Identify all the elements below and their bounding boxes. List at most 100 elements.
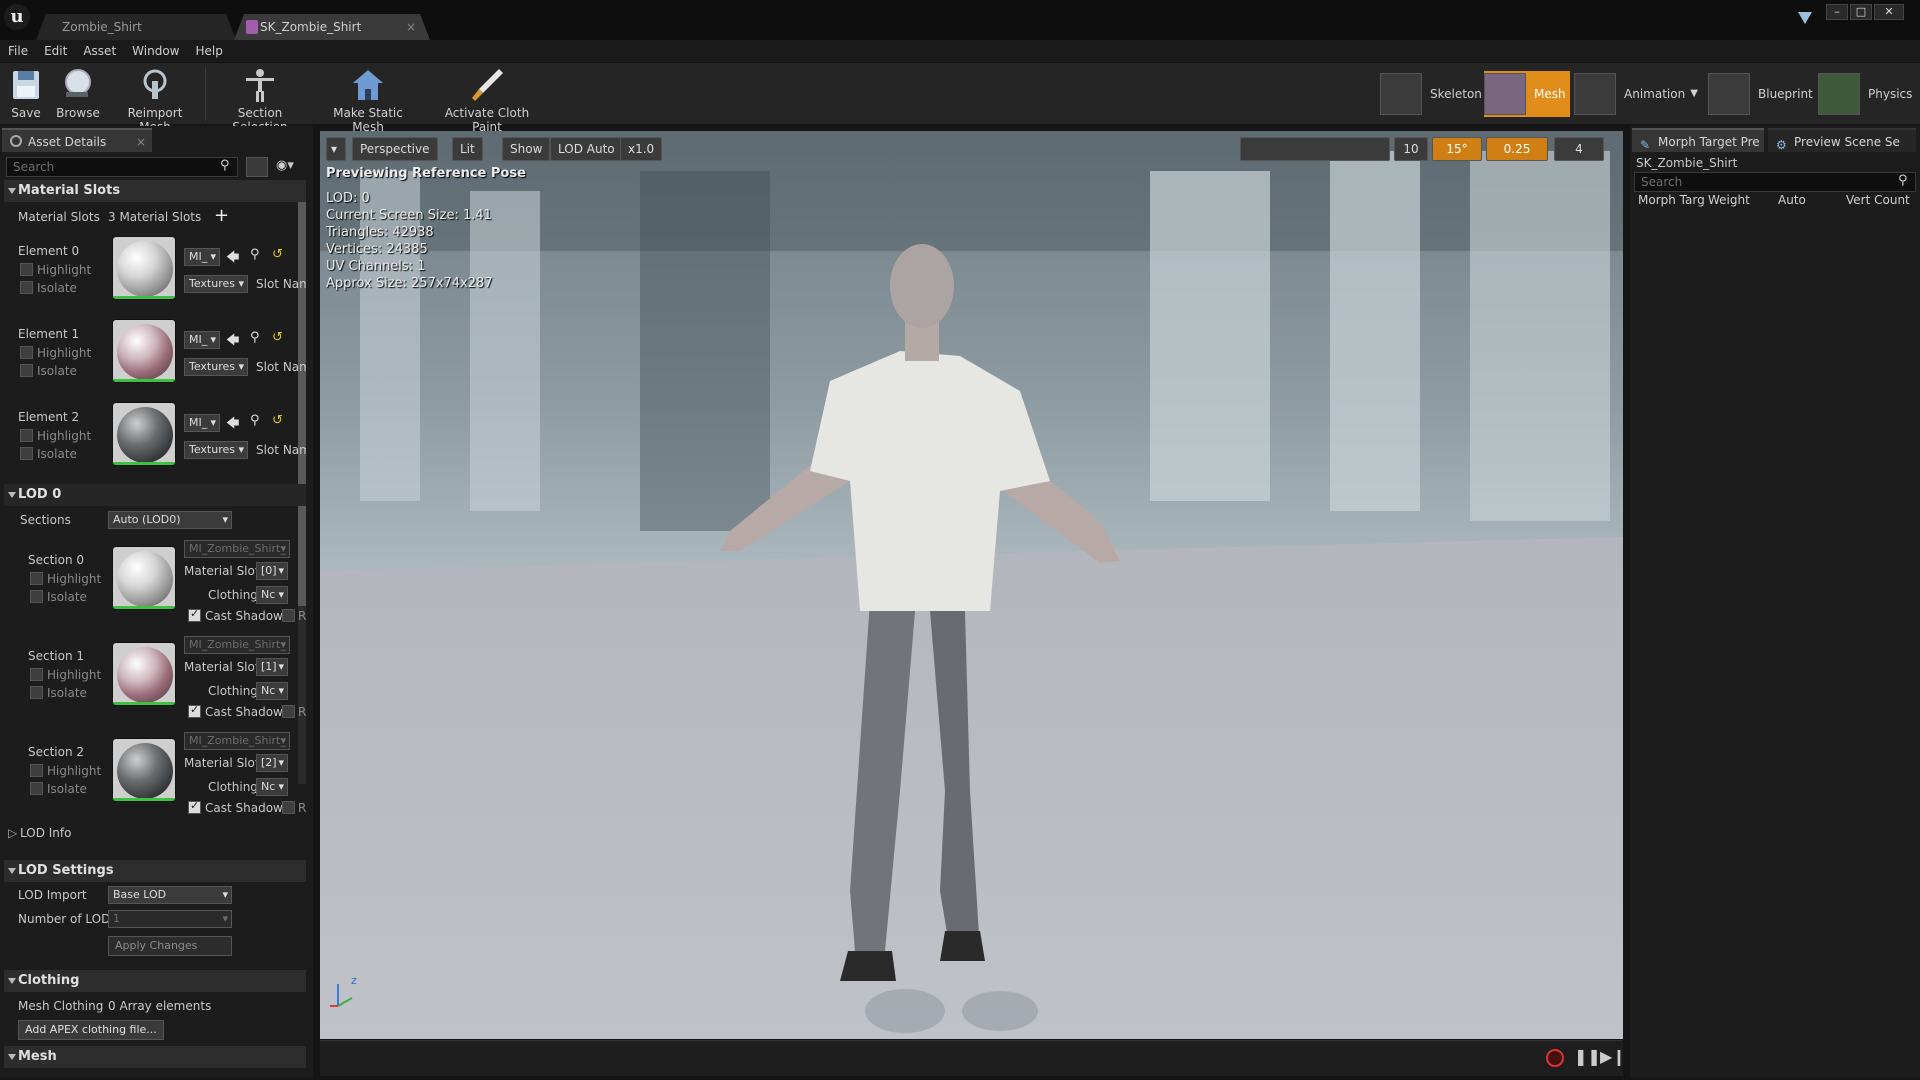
- make-static-mesh-button[interactable]: Make Static Mesh: [318, 65, 418, 134]
- category-material-slots[interactable]: Material Slots: [4, 180, 306, 202]
- isolate-checkbox[interactable]: [30, 590, 43, 603]
- recompute-tangent-checkbox[interactable]: [282, 801, 295, 814]
- clothing-dropdown[interactable]: Nc: [256, 682, 288, 700]
- menu-file[interactable]: File: [0, 40, 36, 62]
- column-vert-count[interactable]: Vert Count: [1846, 193, 1910, 207]
- textures-dropdown[interactable]: Textures: [184, 275, 248, 293]
- reset-default-icon[interactable]: ↺: [272, 413, 283, 428]
- zombie-character-mesh[interactable]: [700, 191, 1220, 1039]
- highlight-checkbox[interactable]: [30, 572, 43, 585]
- recompute-tangent-checkbox[interactable]: [282, 705, 295, 718]
- playback-timeline[interactable]: ❚❚ ▶❙: [320, 1040, 1626, 1076]
- mode-skeleton[interactable]: Skeleton: [1380, 71, 1482, 117]
- maximize-button[interactable]: □: [1850, 4, 1872, 20]
- textures-dropdown[interactable]: Textures: [184, 441, 248, 459]
- section-selection-button[interactable]: Section Selection: [212, 65, 308, 134]
- sections-lod-dropdown[interactable]: Auto (LOD0): [108, 511, 232, 529]
- column-morph-target[interactable]: Morph Targ: [1638, 193, 1705, 207]
- record-button[interactable]: [1546, 1049, 1564, 1067]
- highlight-checkbox[interactable]: [20, 429, 33, 442]
- details-search-input[interactable]: Search: [6, 157, 238, 177]
- property-matrix-button[interactable]: [246, 157, 268, 177]
- tab-close-icon[interactable]: ×: [406, 14, 416, 40]
- category-mesh[interactable]: Mesh: [4, 1046, 306, 1068]
- material-picker[interactable]: MI_: [184, 414, 220, 432]
- menu-help[interactable]: Help: [187, 40, 230, 62]
- view-options-eye-icon[interactable]: ◉▾: [276, 158, 294, 173]
- material-slot-dropdown[interactable]: [2]: [256, 754, 288, 772]
- show-button[interactable]: Show: [502, 137, 551, 161]
- tab-preview-scene-settings[interactable]: ⚙ Preview Scene Se: [1768, 128, 1916, 152]
- reset-default-icon[interactable]: ↺: [272, 247, 283, 262]
- animation-dropdown-icon[interactable]: ▼: [1690, 71, 1698, 117]
- material-picker[interactable]: MI_: [184, 331, 220, 349]
- use-selected-arrow-icon[interactable]: 🡄: [226, 414, 239, 436]
- clothing-dropdown[interactable]: Nc: [256, 778, 288, 796]
- reset-default-icon[interactable]: ↺: [272, 330, 283, 345]
- cast-shadows-checkbox[interactable]: [188, 703, 201, 718]
- unreal-logo-icon[interactable]: u: [4, 4, 30, 30]
- isolate-checkbox[interactable]: [20, 364, 33, 377]
- cast-shadows-checkbox[interactable]: [188, 799, 201, 814]
- section-material-dropdown[interactable]: MI_Zombie_Shirt_: [184, 636, 290, 654]
- material-thumbnail[interactable]: [112, 236, 176, 300]
- isolate-checkbox[interactable]: [30, 782, 43, 795]
- browse-magnifier-icon[interactable]: ⚲: [250, 247, 260, 262]
- recompute-tangent-checkbox[interactable]: [282, 609, 295, 622]
- minimize-button[interactable]: –: [1826, 4, 1848, 20]
- lod-import-dropdown[interactable]: Base LOD: [108, 886, 232, 904]
- material-picker[interactable]: MI_: [184, 248, 220, 266]
- lod-info-expand-icon[interactable]: ▷: [8, 826, 17, 840]
- section-material-thumbnail[interactable]: [112, 738, 176, 802]
- category-clothing[interactable]: Clothing: [4, 970, 306, 992]
- column-weight[interactable]: Weight: [1708, 193, 1750, 207]
- isolate-checkbox[interactable]: [20, 447, 33, 460]
- add-apex-clothing-button[interactable]: Add APEX clothing file...: [18, 1020, 164, 1040]
- clothing-dropdown[interactable]: Nc: [256, 586, 288, 604]
- browse-magnifier-icon[interactable]: ⚲: [250, 413, 260, 428]
- column-auto[interactable]: Auto: [1778, 193, 1806, 207]
- scale-snap-value[interactable]: 0.25: [1486, 137, 1548, 161]
- perspective-button[interactable]: Perspective: [352, 137, 438, 161]
- highlight-checkbox[interactable]: [20, 263, 33, 276]
- section-material-thumbnail[interactable]: [112, 642, 176, 706]
- highlight-checkbox[interactable]: [20, 346, 33, 359]
- lod-info-label[interactable]: LOD Info: [20, 826, 71, 840]
- menu-asset[interactable]: Asset: [75, 40, 124, 62]
- tab-zombie-shirt[interactable]: Zombie_Shirt: [36, 14, 236, 40]
- camera-speed-value[interactable]: 4: [1554, 137, 1604, 161]
- mode-blueprint[interactable]: Blueprint: [1708, 71, 1813, 117]
- use-selected-arrow-icon[interactable]: 🡄: [226, 248, 239, 270]
- highlight-checkbox[interactable]: [30, 668, 43, 681]
- number-of-lods-input[interactable]: 1: [108, 910, 232, 928]
- notification-icon[interactable]: [1798, 12, 1812, 24]
- material-slot-dropdown[interactable]: [0]: [256, 562, 288, 580]
- section-material-dropdown[interactable]: MI_Zombie_Shirt_: [184, 732, 290, 750]
- material-thumbnail[interactable]: [112, 319, 176, 383]
- menu-window[interactable]: Window: [124, 40, 187, 62]
- apply-changes-button[interactable]: Apply Changes: [108, 936, 232, 956]
- category-lod0[interactable]: LOD 0: [4, 484, 306, 506]
- textures-dropdown[interactable]: Textures: [184, 358, 248, 376]
- tab-sk-zombie-shirt[interactable]: SK_Zombie_Shirt ×: [234, 14, 430, 40]
- isolate-checkbox[interactable]: [30, 686, 43, 699]
- grid-snap-value[interactable]: 10: [1394, 137, 1428, 161]
- menu-edit[interactable]: Edit: [36, 40, 75, 62]
- save-button[interactable]: Save: [6, 65, 46, 123]
- pause-icon[interactable]: ❚❚: [1574, 1047, 1601, 1066]
- mode-mesh[interactable]: Mesh: [1484, 71, 1570, 117]
- material-thumbnail[interactable]: [112, 402, 176, 466]
- mode-physics[interactable]: Physics: [1818, 71, 1918, 117]
- transform-tools-group[interactable]: [1240, 137, 1390, 161]
- lit-button[interactable]: Lit: [452, 137, 483, 161]
- step-forward-icon[interactable]: ▶❙: [1600, 1047, 1626, 1066]
- isolate-checkbox[interactable]: [20, 281, 33, 294]
- close-window-button[interactable]: ✕: [1874, 4, 1904, 20]
- use-selected-arrow-icon[interactable]: 🡄: [226, 331, 239, 353]
- angle-snap-value[interactable]: 15°: [1432, 137, 1482, 161]
- category-lod-settings[interactable]: LOD Settings: [4, 860, 306, 882]
- section-material-thumbnail[interactable]: [112, 546, 176, 610]
- tab-close-icon[interactable]: ×: [136, 130, 146, 154]
- material-slot-dropdown[interactable]: [1]: [256, 658, 288, 676]
- browse-magnifier-icon[interactable]: ⚲: [250, 330, 260, 345]
